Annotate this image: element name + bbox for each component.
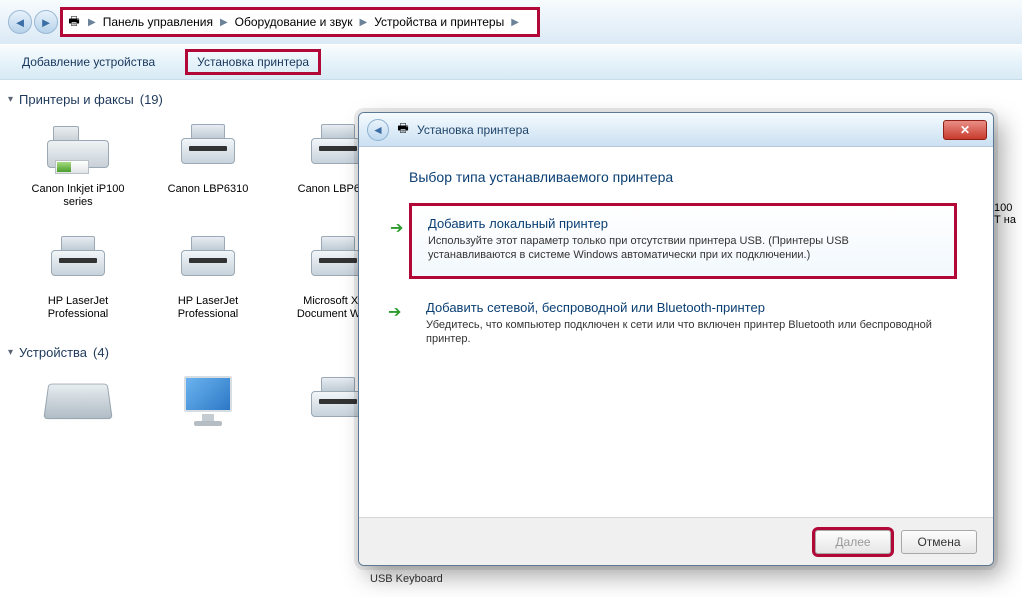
add-printer-button[interactable]: Установка принтера [185, 49, 321, 75]
collapse-icon: ▾ [8, 94, 13, 105]
arrow-right-icon: ➔ [390, 218, 406, 234]
add-printer-dialog: ◄ 🖶 Установка принтера ✕ Выбор типа уста… [358, 112, 994, 566]
truncated-text: Т на [994, 214, 1022, 226]
chevron-right-icon: ▶ [217, 17, 231, 28]
truncated-device: 100 Т на [994, 202, 1022, 332]
dialog-footer: Далее Отмена [359, 517, 993, 565]
option-title: Добавить сетевой, беспроводной или Bluet… [426, 300, 940, 315]
nav-forward-button[interactable]: ► [34, 10, 58, 34]
dialog-title: Установка принтера [417, 123, 529, 137]
printer-icon [47, 236, 109, 282]
add-device-button[interactable]: Добавление устройства [10, 49, 167, 75]
cancel-button[interactable]: Отмена [901, 530, 977, 554]
dialog-body: Выбор типа устанавливаемого принтера ➔ Д… [359, 147, 993, 517]
device-label: Canon Inkjet iP100 series [28, 183, 128, 209]
printer-icon: 🖶 [395, 122, 411, 138]
option-network-printer[interactable]: ➔ Добавить сетевой, беспроводной или Blu… [409, 289, 957, 361]
device-item[interactable]: HP LaserJet Professional [28, 227, 128, 321]
monitor-icon [178, 374, 238, 426]
devices-icon: 🖶 [63, 12, 85, 33]
device-item[interactable]: Canon Inkjet iP100 series [28, 115, 128, 209]
device-item[interactable]: Canon LBP6310 [158, 115, 258, 209]
dialog-titlebar[interactable]: ◄ 🖶 Установка принтера ✕ [359, 113, 993, 147]
device-label: Canon LBP6310 [168, 183, 249, 196]
device-label: HP LaserJet Professional [28, 295, 128, 321]
truncated-text: 100 [994, 202, 1022, 214]
chevron-right-icon: ▶ [508, 17, 522, 28]
chevron-right-icon: ▶ [357, 17, 371, 28]
device-item[interactable] [158, 368, 258, 432]
group-header-printers[interactable]: ▾ Принтеры и факсы (19) [8, 92, 1022, 107]
group-title: Устройства [19, 345, 87, 360]
option-description: Убедитесь, что компьютер подключен к сет… [426, 318, 940, 346]
device-item[interactable]: HP LaserJet Professional [158, 227, 258, 321]
nav-back-button[interactable]: ◄ [8, 10, 32, 34]
chevron-right-icon: ▶ [85, 17, 99, 28]
breadcrumb-item[interactable]: Устройства и принтеры [370, 15, 508, 29]
option-description: Используйте этот параметр только при отс… [428, 234, 938, 262]
arrow-right-icon: ➔ [388, 302, 404, 318]
command-bar: Добавление устройства Установка принтера [0, 44, 1022, 80]
breadcrumb-item[interactable]: Оборудование и звук [231, 15, 357, 29]
next-button[interactable]: Далее [815, 530, 891, 554]
breadcrumb-item[interactable]: Панель управления [99, 15, 217, 29]
group-title: Принтеры и факсы [19, 92, 134, 107]
breadcrumb[interactable]: 🖶 ▶ Панель управления ▶ Оборудование и з… [60, 7, 540, 37]
option-title: Добавить локальный принтер [428, 216, 938, 231]
device-item[interactable] [28, 368, 128, 432]
status-fragment: USB Keyboard [370, 573, 443, 585]
printer-icon [45, 122, 111, 172]
scanner-icon [43, 384, 112, 420]
close-button[interactable]: ✕ [943, 120, 987, 140]
group-count: (19) [140, 92, 163, 107]
group-count: (4) [93, 345, 109, 360]
printer-icon [177, 236, 239, 282]
dialog-back-button[interactable]: ◄ [367, 119, 389, 141]
collapse-icon: ▾ [8, 347, 13, 358]
printer-icon [177, 124, 239, 170]
option-local-printer[interactable]: ➔ Добавить локальный принтер Используйте… [409, 203, 957, 279]
window-header: ◄ ► 🖶 ▶ Панель управления ▶ Оборудование… [0, 0, 1022, 44]
dialog-heading: Выбор типа устанавливаемого принтера [409, 169, 957, 185]
device-label: HP LaserJet Professional [158, 295, 258, 321]
